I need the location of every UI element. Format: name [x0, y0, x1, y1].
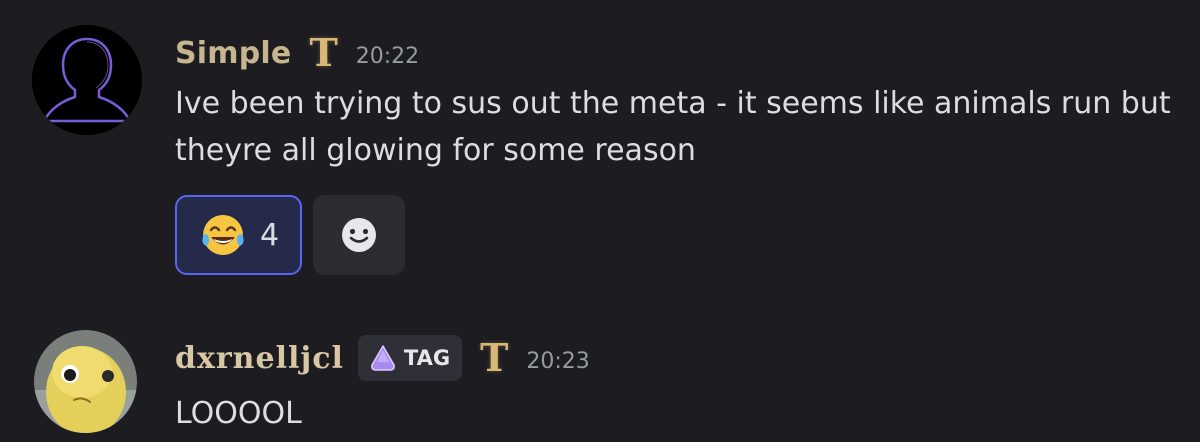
gold-t-badge-icon[interactable]: T	[309, 34, 337, 72]
gold-t-badge-icon[interactable]: T	[480, 339, 508, 377]
username[interactable]: Simple	[175, 36, 291, 71]
message: Simple T 20:22 Ive been trying to sus ou…	[0, 0, 1200, 300]
add-reaction-smile-icon	[342, 218, 376, 252]
reaction-count: 4	[259, 217, 280, 253]
avatar[interactable]	[34, 330, 137, 433]
message-header: Simple T 20:22	[175, 30, 419, 76]
message-content: LOOOOL	[175, 396, 302, 431]
message-content: Ive been trying to sus out the meta - it…	[175, 86, 1171, 168]
avatar[interactable]	[32, 25, 142, 135]
joy-emoji-icon	[202, 215, 244, 255]
guild-tag-label: TAG	[403, 346, 451, 370]
silhouette-avatar-icon	[32, 25, 142, 135]
username[interactable]: dxrnelljcl	[175, 341, 344, 376]
timestamp[interactable]: 20:23	[526, 343, 589, 374]
reaction-joy[interactable]: 4	[175, 195, 302, 275]
chat-log: Simple T 20:22 Ive been trying to sus ou…	[0, 0, 1200, 442]
add-reaction-button[interactable]	[313, 195, 405, 275]
timestamp[interactable]: 20:22	[356, 38, 419, 69]
yellow-plush-avatar-icon	[34, 330, 137, 433]
message-header: dxrnelljcl TAG T 20:23	[175, 335, 590, 381]
purple-gem-icon	[370, 345, 395, 371]
reactions-bar: 4	[175, 195, 405, 275]
guild-tag[interactable]: TAG	[357, 335, 463, 381]
message: dxrnelljcl TAG T 20:23 LOOOOL	[0, 312, 1200, 442]
